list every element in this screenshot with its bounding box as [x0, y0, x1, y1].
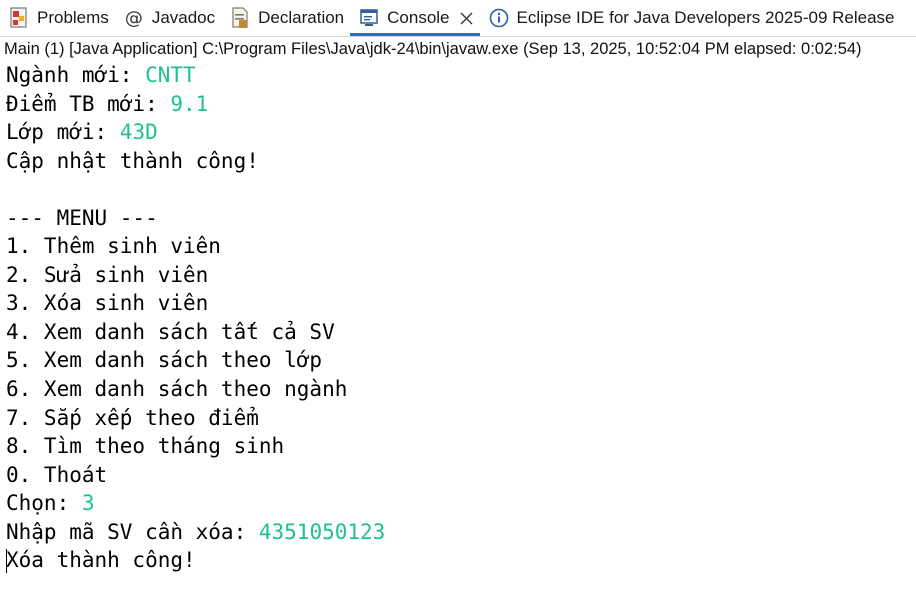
declaration-icon	[229, 7, 251, 29]
console-user-input: 3	[81, 491, 95, 516]
console-line: 5. Xem danh sách theo lớp	[6, 346, 916, 375]
console-line: Cập nhật thành công!	[6, 147, 916, 176]
console-output-text: Điểm TB mới:	[6, 91, 171, 116]
console-output-text: 4. Xem danh sách tất cả SV	[6, 319, 335, 344]
console-line: Lớp mới: 43D	[6, 118, 916, 147]
tab-problems[interactable]: Problems	[0, 0, 115, 36]
console-output[interactable]: Ngành mới: CNTT Điểm TB mới: 9.1 Lớp mới: …	[0, 61, 916, 597]
tab-eclipse-info[interactable]: Eclipse IDE for Java Developers 2025-09 …	[480, 0, 901, 36]
tab-console[interactable]: Console	[350, 0, 480, 36]
console-line: 2. Sửa sinh viên	[6, 261, 916, 290]
console-output-text: 2. Sửa sinh viên	[6, 262, 209, 287]
console-line: 1. Thêm sinh viên	[6, 232, 916, 261]
console-line: --- MENU ---	[6, 204, 916, 233]
console-line: 6. Xem danh sách theo ngành	[6, 375, 916, 404]
console-line: 0. Thoát	[6, 461, 916, 490]
console-line: 3. Xóa sinh viên	[6, 289, 916, 318]
tab-label: Javadoc	[151, 8, 216, 27]
console-user-input: 43D	[119, 120, 158, 145]
console-line: Điểm TB mới: 9.1	[6, 90, 916, 119]
console-output-text: 0. Thoát	[6, 462, 108, 487]
console-output-text: 6. Xem danh sách theo ngành	[6, 377, 348, 402]
console-user-input: 9.1	[170, 91, 209, 116]
tab-javadoc[interactable]: @ Javadoc	[115, 0, 221, 36]
console-line: Nhập mã SV cần xóa: 4351050123	[6, 518, 916, 547]
console-output-text: Lớp mới:	[6, 120, 120, 145]
console-output-text: 3. Xóa sinh viên	[6, 291, 209, 316]
console-output-text: 7. Sắp xếp theo điểm	[6, 405, 259, 430]
console-output-text: Nhập mã SV cần xóa:	[6, 519, 259, 544]
problems-icon	[8, 7, 30, 29]
console-user-input: CNTT	[145, 63, 196, 87]
console-output-text: 5. Xem danh sách theo lớp	[6, 348, 323, 373]
launch-info-bar: Main (1) [Java Application] C:\Program F…	[0, 36, 916, 61]
info-icon	[488, 7, 510, 29]
close-icon[interactable]	[460, 11, 474, 25]
javadoc-at-icon: @	[124, 7, 143, 29]
console-line: 7. Sắp xếp theo điểm	[6, 404, 916, 433]
tab-label: Eclipse IDE for Java Developers 2025-09 …	[516, 8, 895, 27]
console-line: Xóa thành công!	[6, 546, 916, 575]
tab-declaration[interactable]: Declaration	[221, 0, 350, 36]
console-output-text: Cập nhật thành công!	[6, 148, 259, 173]
console-line: 4. Xem danh sách tất cả SV	[6, 318, 916, 347]
console-icon	[358, 7, 380, 29]
console-output-text: --- MENU ---	[6, 205, 158, 230]
console-line: Chọn: 3	[6, 489, 916, 518]
console-output-text: Xóa thành công!	[6, 548, 196, 573]
console-output-text: Chọn:	[6, 491, 82, 516]
console-line: Ngành mới: CNTT	[6, 61, 916, 90]
tab-label: Problems	[37, 8, 109, 27]
console-line: 8. Tìm theo tháng sinh	[6, 432, 916, 461]
console-user-input: 4351050123	[258, 519, 386, 544]
tab-label: Console	[387, 8, 450, 27]
tab-label: Declaration	[258, 8, 345, 27]
console-output-text: Ngành mới:	[6, 63, 146, 87]
console-output-text: 1. Thêm sinh viên	[6, 234, 221, 259]
view-tab-bar: Problems @ Javadoc Declaration Console E…	[0, 0, 916, 36]
console-output-text: 8. Tìm theo tháng sinh	[6, 434, 285, 459]
